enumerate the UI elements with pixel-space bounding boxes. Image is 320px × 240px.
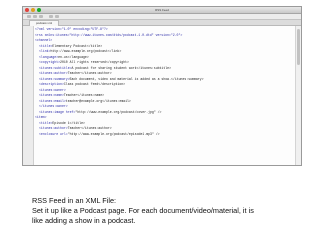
xml-text: Class podcast feed</description> bbox=[63, 82, 126, 86]
xml-text: 2010 All rights reserved</copyright> bbox=[60, 60, 129, 64]
code-line: 21<enclosure url="http://www.example.org… bbox=[35, 132, 295, 138]
vertical-scrollbar[interactable] bbox=[295, 26, 301, 165]
caption-line-3: like adding a show in a podcast. bbox=[32, 215, 136, 225]
caption-line-1: RSS Feed in an XML File: bbox=[32, 196, 117, 205]
xml-tag: <title> bbox=[39, 120, 53, 125]
xml-text: "http://www.example.org/podcast/cover.jp… bbox=[75, 109, 162, 114]
xml-text: http://www.example.org/podcast</link> bbox=[50, 49, 122, 53]
xml-tag: <itunes:summary> bbox=[39, 76, 70, 81]
xml-tag: <channel> bbox=[35, 38, 53, 42]
caption: RSS Feed in an XML File: Set it up like … bbox=[32, 196, 312, 225]
toolbar-button-5[interactable] bbox=[55, 15, 59, 18]
xml-tag: <enclosure url= bbox=[39, 131, 68, 136]
editor-window: RSS Feed podcast.xml 1<?xml version="1.0… bbox=[22, 6, 302, 166]
xml-tag: <copyright> bbox=[39, 60, 61, 64]
xml-text: Teacher</itunes:name> bbox=[63, 93, 105, 97]
xml-tag: <itunes:owner> bbox=[39, 87, 66, 92]
code-area[interactable]: 1<?xml version="1.0" encoding="UTF-8"?>2… bbox=[35, 27, 295, 165]
caption-line-2: Set it up like a Podcast page. For each … bbox=[32, 205, 254, 215]
xml-text: A podcast for sharing student work</itun… bbox=[71, 65, 171, 70]
xml-text: Teacher</itunes:author> bbox=[67, 126, 112, 130]
xml-tag: <itunes:image href= bbox=[39, 109, 76, 114]
xml-tag: <itunes:email> bbox=[39, 98, 66, 103]
xml-tag: <rss xmlns:itunes="http://www.itunes.com… bbox=[35, 32, 183, 37]
xml-tag: <itunes:author> bbox=[39, 126, 68, 130]
xml-tag: <description> bbox=[39, 82, 64, 86]
xml-text: "http://www.example.org/podcast/episode1… bbox=[67, 131, 160, 136]
xml-tag: <itunes:subtitle> bbox=[39, 65, 72, 70]
line-number-gutter bbox=[23, 26, 34, 165]
xml-tag: </itunes:owner> bbox=[39, 104, 68, 108]
toolbar-button-3[interactable] bbox=[39, 15, 43, 18]
toolbar-button-4[interactable] bbox=[49, 15, 53, 18]
toolbar-button-1[interactable] bbox=[27, 15, 31, 18]
xml-text: Each document, video and material is add… bbox=[69, 76, 204, 81]
xml-tag: <language> bbox=[39, 54, 59, 59]
window-title: RSS Feed bbox=[155, 8, 169, 12]
xml-tag: <link> bbox=[39, 49, 51, 53]
xml-tag: <item> bbox=[35, 115, 47, 119]
xml-tag: <title> bbox=[39, 43, 53, 48]
scrollbar-thumb[interactable] bbox=[297, 29, 300, 65]
toolbar-button-2[interactable] bbox=[33, 15, 37, 18]
xml-tag: <itunes:author> bbox=[39, 71, 68, 75]
xml-tag: <?xml version="1.0" encoding="UTF-8"?> bbox=[35, 27, 108, 31]
tab-strip: podcast.xml bbox=[23, 20, 301, 26]
xml-text: teacher@example.org</itunes:email> bbox=[65, 98, 131, 103]
xml-text: Elementary Podcast</title> bbox=[52, 43, 103, 48]
xml-text: en-us</language> bbox=[58, 54, 89, 59]
xml-tag: <itunes:name> bbox=[39, 93, 64, 97]
title-bar: RSS Feed bbox=[23, 7, 301, 14]
xml-text: Episode 1</title> bbox=[52, 120, 85, 125]
xml-text: Teacher</itunes:author> bbox=[67, 71, 112, 75]
